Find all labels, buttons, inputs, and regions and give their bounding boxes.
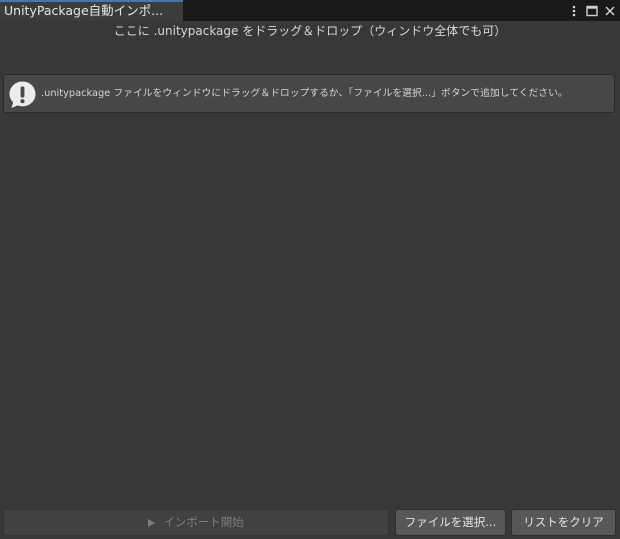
play-icon [148, 519, 156, 527]
start-import-button[interactable]: インポート開始 [3, 509, 389, 536]
tab-bar: UnityPackage自動インポ... [0, 0, 620, 21]
window-tab-title: UnityPackage自動インポ... [4, 3, 164, 18]
select-file-label: ファイルを選択... [404, 515, 497, 529]
more-vert-icon[interactable] [568, 5, 580, 17]
drop-area-label: ここに .unitypackage をドラッグ＆ドロップ（ウィンドウ全体でも可） [113, 24, 507, 38]
clear-list-label: リストをクリア [523, 515, 604, 529]
clear-list-button[interactable]: リストをクリア [511, 509, 616, 536]
select-file-button[interactable]: ファイルを選択... [395, 509, 506, 536]
window-tab[interactable]: UnityPackage自動インポ... [0, 0, 183, 21]
info-exclamation-icon [8, 80, 37, 109]
close-icon[interactable] [604, 5, 616, 17]
help-message: .unitypackage ファイルをウィンドウにドラッグ＆ドロップするか、「フ… [41, 88, 568, 99]
maximize-icon[interactable] [586, 5, 598, 17]
window-controls [568, 2, 616, 19]
start-import-label: インポート開始 [163, 515, 244, 529]
footer-toolbar: インポート開始 ファイルを選択... リストをクリア [0, 507, 620, 539]
help-box: .unitypackage ファイルをウィンドウにドラッグ＆ドロップするか、「フ… [3, 74, 615, 113]
